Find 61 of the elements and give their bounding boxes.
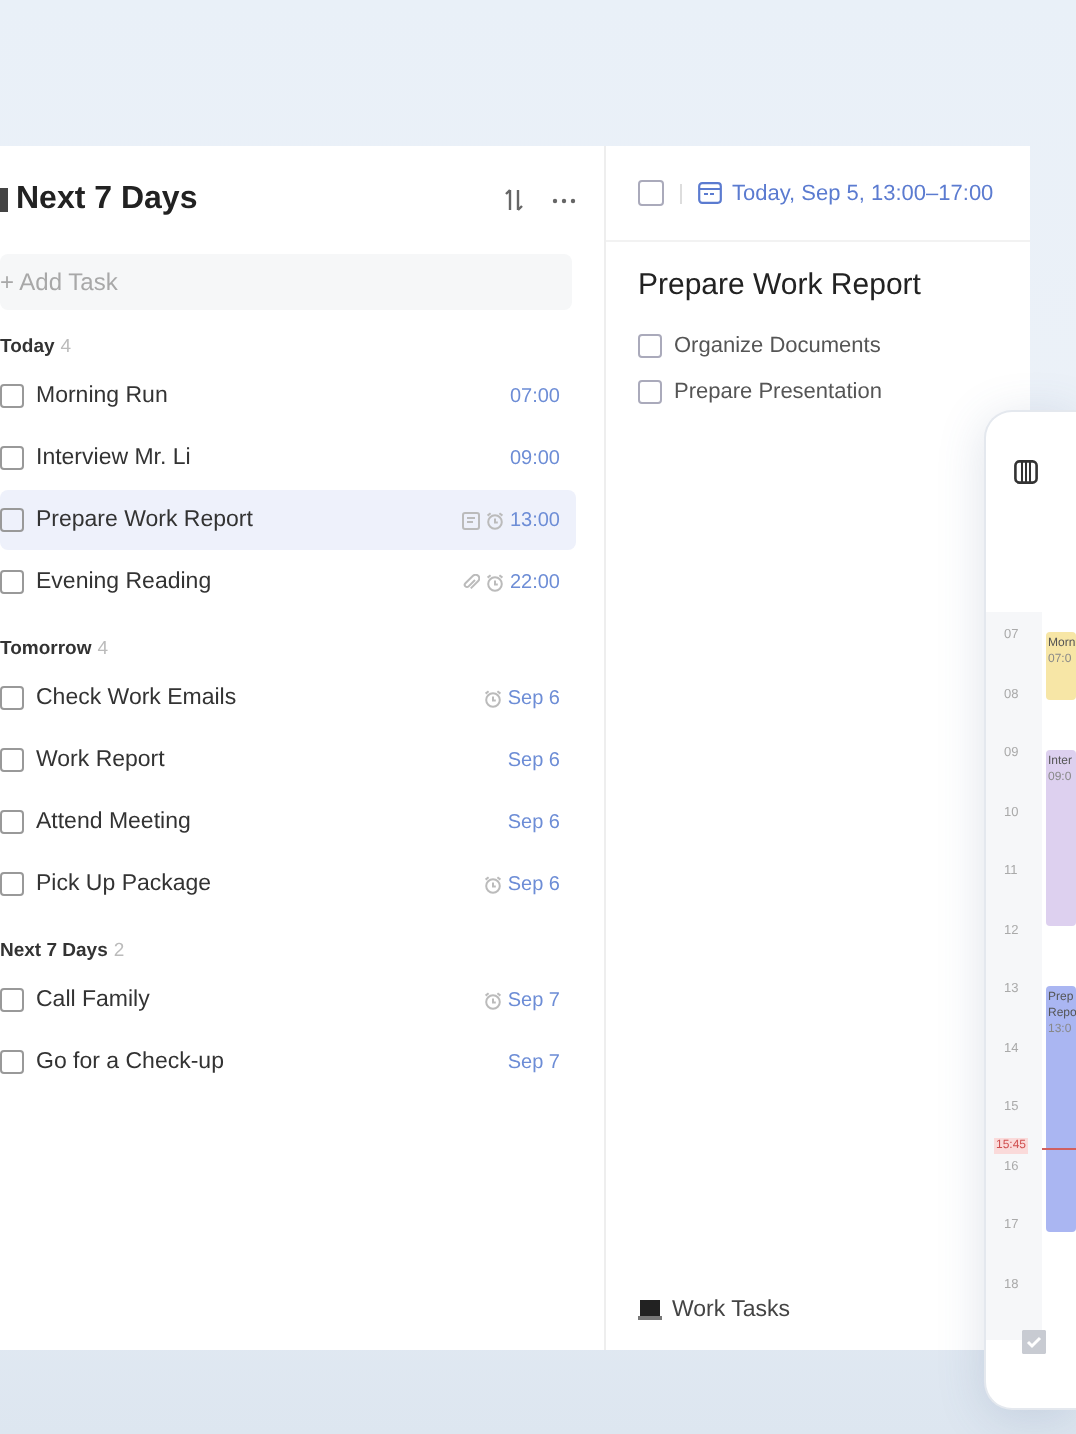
task-title: Attend Meeting xyxy=(36,810,193,834)
task-title: Interview Mr. Li xyxy=(36,446,193,470)
checkbox[interactable] xyxy=(638,180,664,206)
list-title: Next 7 Days xyxy=(16,182,200,218)
task-title: Morning Run xyxy=(36,384,170,408)
task-title: Prepare Work Report xyxy=(638,268,923,302)
section-title: Next 7 Days xyxy=(0,939,108,961)
due-date: 07:00 xyxy=(509,385,560,407)
date-range[interactable]: Today, Sep 5, 13:00–17:00 xyxy=(732,181,994,205)
due-date: 13:00 xyxy=(509,509,560,531)
due-date: 09:00 xyxy=(509,447,560,469)
subtask-title: Organize Documents xyxy=(674,333,881,357)
due-date: Sep 6 xyxy=(507,749,560,771)
task-row[interactable]: Attend Meeting Sep 6 xyxy=(0,792,576,852)
list-name[interactable]: Work Tasks xyxy=(672,1298,791,1322)
checkbox[interactable] xyxy=(0,748,24,772)
due-date: Sep 6 xyxy=(507,687,560,709)
due-date: Sep 7 xyxy=(507,989,560,1011)
checkbox[interactable] xyxy=(0,988,24,1012)
section-title: Tomorrow xyxy=(0,637,92,659)
columns-icon[interactable] xyxy=(1014,460,1038,484)
section-count: 4 xyxy=(60,335,72,357)
subtask-title: Prepare Presentation xyxy=(674,379,882,403)
checkbox[interactable] xyxy=(0,446,24,470)
due-date: Sep 7 xyxy=(507,1051,560,1073)
task-row[interactable]: Pick Up Package Sep 6 xyxy=(0,854,576,914)
section-count: 4 xyxy=(97,637,109,659)
checkbox[interactable] xyxy=(0,508,24,532)
checkbox[interactable] xyxy=(0,686,24,710)
checkbox[interactable] xyxy=(0,384,24,408)
section-title: Today xyxy=(0,335,55,357)
more-icon[interactable] xyxy=(552,197,576,203)
task-title: Prepare Work Report xyxy=(36,508,255,532)
task-title: Check Work Emails xyxy=(36,686,239,710)
checkbox[interactable] xyxy=(638,333,662,357)
task-title: Go for a Check-up xyxy=(36,1050,226,1074)
task-row[interactable]: Evening Reading 22:00 xyxy=(0,552,576,612)
sort-icon[interactable] xyxy=(504,188,524,212)
task-row[interactable]: Go for a Check-up Sep 7 xyxy=(0,1032,576,1092)
checkbox[interactable] xyxy=(0,1050,24,1074)
due-date: 22:00 xyxy=(509,571,560,593)
task-title: Work Report xyxy=(36,748,167,772)
task-title: Evening Reading xyxy=(36,570,214,594)
task-row[interactable]: Morning Run 07:00 xyxy=(0,366,576,426)
task-row[interactable]: Interview Mr. Li 09:00 xyxy=(0,428,576,488)
checkbox[interactable] xyxy=(638,379,662,403)
checkbox[interactable] xyxy=(0,872,24,896)
calendar-icon xyxy=(698,182,722,204)
due-date: Sep 6 xyxy=(507,811,560,833)
due-date: Sep 6 xyxy=(507,873,560,895)
task-title: Call Family xyxy=(36,988,152,1012)
task-row[interactable]: Call Family Sep 7 xyxy=(0,970,576,1030)
add-task-field[interactable]: + Add Task xyxy=(0,254,572,310)
task-row[interactable]: Check Work Emails Sep 6 xyxy=(0,668,576,728)
laptop-icon xyxy=(638,1298,662,1322)
checkbox[interactable] xyxy=(0,810,24,834)
task-row[interactable]: Work Report Sep 6 xyxy=(0,730,576,790)
task-title: Pick Up Package xyxy=(36,872,214,896)
task-row[interactable]: Prepare Work Report 13:00 xyxy=(0,490,576,550)
section-count: 2 xyxy=(113,939,125,961)
checkbox[interactable] xyxy=(0,570,24,594)
